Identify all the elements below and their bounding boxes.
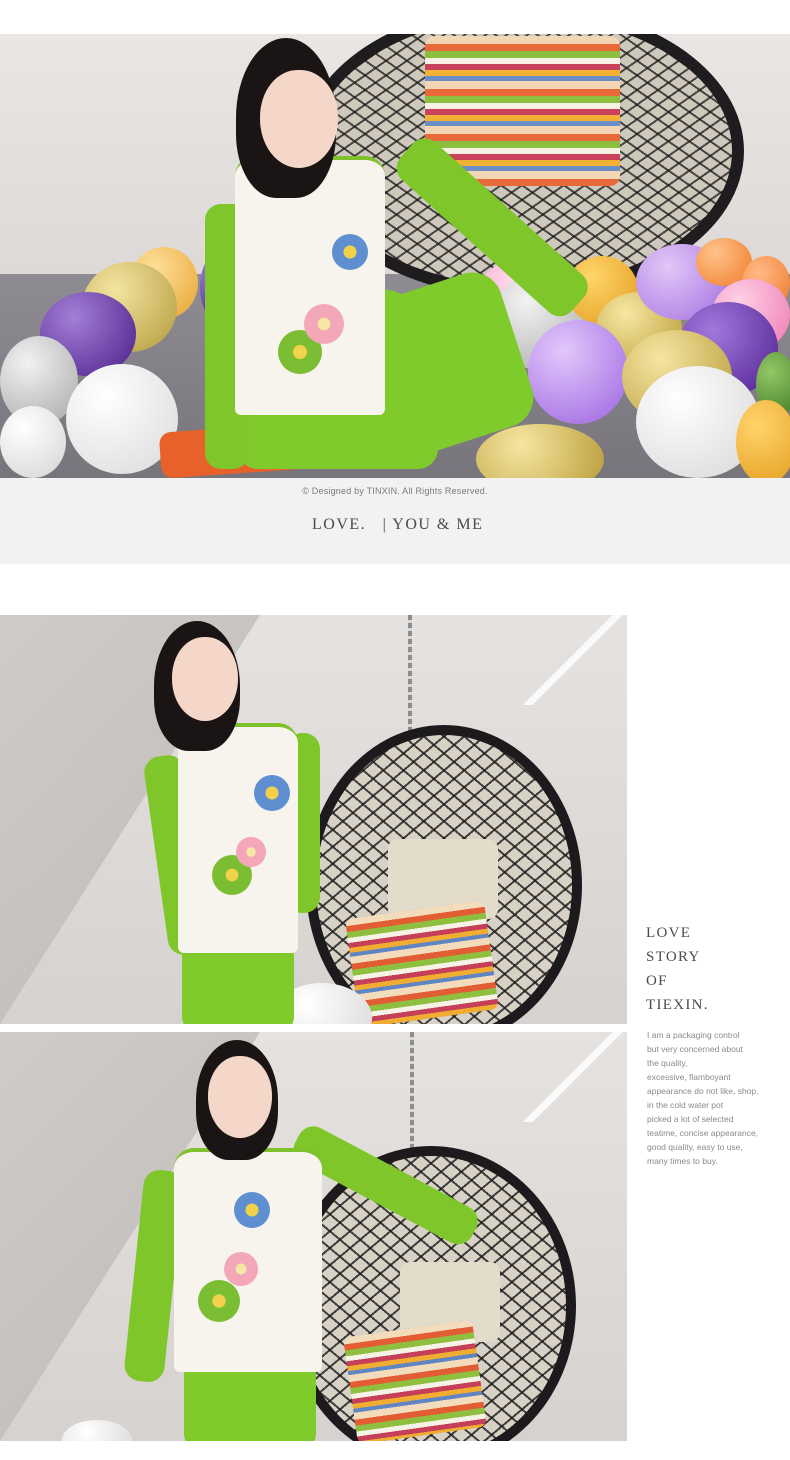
printed-top	[178, 723, 298, 953]
story-body-line: I am a packaging control	[647, 1030, 740, 1040]
story-body-line: picked a lot of selected	[647, 1114, 734, 1124]
story-heading: LOVE STORY OF TIEXIN.	[646, 921, 776, 1017]
caption-band: © Designed by TINXIN. All Rights Reserve…	[0, 478, 790, 564]
tagline: LOVE. | YOU & ME	[312, 516, 484, 533]
face	[208, 1056, 272, 1138]
face	[172, 637, 238, 721]
model-standing	[110, 1032, 484, 1441]
model-standing	[142, 615, 330, 1024]
balloon	[736, 400, 790, 478]
story-body-line: the quality,	[647, 1058, 688, 1068]
chain	[408, 615, 412, 735]
face	[260, 70, 338, 168]
photo-standing-1	[0, 615, 627, 1024]
story-body-line: appearance do not like, shop,	[647, 1086, 759, 1096]
printed-top	[235, 156, 385, 415]
story-heading-line: STORY	[646, 949, 701, 965]
story-body-line: in the cold water pot	[647, 1100, 724, 1110]
flower-print	[254, 775, 290, 811]
hero-photo	[0, 34, 790, 478]
story-body-line: but very concerned about	[647, 1044, 743, 1054]
balloon	[0, 406, 66, 478]
story-body-line: good quality, easy to use,	[647, 1142, 743, 1152]
copyright-text: © Designed by TINXIN. All Rights Reserve…	[302, 486, 488, 496]
photo-standing-2	[0, 1032, 627, 1441]
story-heading-line: LOVE	[646, 925, 692, 941]
story-body: I am a packaging control but very concer…	[647, 1028, 787, 1168]
story-heading-line: TIEXIN.	[646, 997, 709, 1013]
story-body-line: many times to buy.	[647, 1156, 718, 1166]
story-body-line: excessive, flamboyant	[647, 1072, 731, 1082]
flower-print	[332, 234, 368, 270]
flower-print	[234, 1192, 270, 1228]
flower-print	[224, 1252, 258, 1286]
story-heading-line: OF	[646, 973, 668, 989]
model-seated	[158, 34, 595, 478]
flower-print	[198, 1280, 240, 1322]
green-pants	[182, 941, 294, 1024]
story-body-line: teatime, concise appearance,	[647, 1128, 759, 1138]
flower-print	[304, 304, 344, 344]
wall-stripe	[517, 615, 627, 705]
wall-stripe	[517, 1032, 627, 1122]
balloon	[528, 320, 628, 424]
flower-print	[236, 837, 266, 867]
